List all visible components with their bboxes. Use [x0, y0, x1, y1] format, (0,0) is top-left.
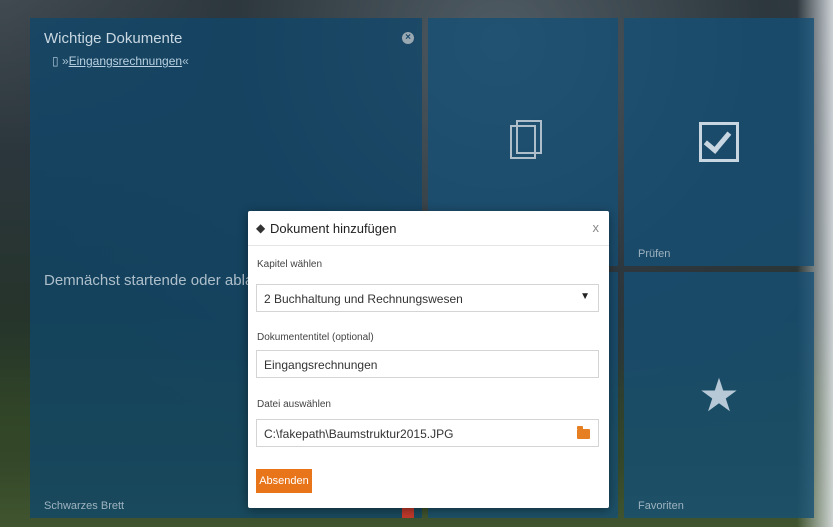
- chevron-down-icon: ▼: [580, 291, 590, 302]
- file-value: C:\fakepath\Baumstruktur2015.JPG: [264, 427, 454, 441]
- tile-footer: Prüfen: [638, 248, 671, 260]
- favorites-tile[interactable]: ★ Favoriten: [624, 272, 814, 518]
- doc-title-label: Dokumententitel (optional): [257, 332, 374, 343]
- tile-title: Wichtige Dokumente: [44, 30, 183, 47]
- document-link[interactable]: ▯ »Eingangsrechnungen«: [52, 54, 189, 68]
- add-document-icon: ◆: [256, 221, 266, 235]
- link-suffix: «: [182, 54, 189, 68]
- submit-button[interactable]: Absenden: [256, 469, 312, 493]
- chapter-select[interactable]: 2 Buchhaltung und Rechnungswesen ▼: [256, 284, 599, 312]
- checkbox-icon: [699, 122, 739, 162]
- close-icon[interactable]: x: [593, 220, 600, 235]
- tile-footer: Favoriten: [638, 500, 684, 512]
- close-icon[interactable]: ×: [402, 32, 414, 44]
- tile-footer: Schwarzes Brett: [44, 500, 125, 512]
- file-label: Datei auswählen: [257, 399, 331, 410]
- doc-title-value: Eingangsrechnungen: [264, 358, 378, 372]
- documents-icon: [510, 120, 542, 159]
- file-input[interactable]: C:\fakepath\Baumstruktur2015.JPG: [256, 419, 599, 447]
- star-icon: ★: [698, 369, 740, 421]
- add-document-dialog: ◆ Dokument hinzufügen x Kapitel wählen 2…: [248, 211, 609, 508]
- document-file-icon: ▯: [52, 54, 62, 68]
- doc-title-input[interactable]: Eingangsrechnungen: [256, 350, 599, 378]
- dialog-header: ◆ Dokument hinzufügen x: [248, 211, 609, 246]
- link-prefix: »: [61, 54, 69, 68]
- check-tile[interactable]: Prüfen: [624, 18, 814, 266]
- folder-icon[interactable]: [577, 426, 590, 439]
- dialog-title: Dokument hinzufügen: [270, 221, 397, 236]
- link-text[interactable]: Eingangsrechnungen: [69, 54, 182, 68]
- chapter-value: 2 Buchhaltung und Rechnungswesen: [264, 292, 463, 306]
- chapter-label: Kapitel wählen: [257, 259, 323, 270]
- red-marker: [402, 508, 414, 518]
